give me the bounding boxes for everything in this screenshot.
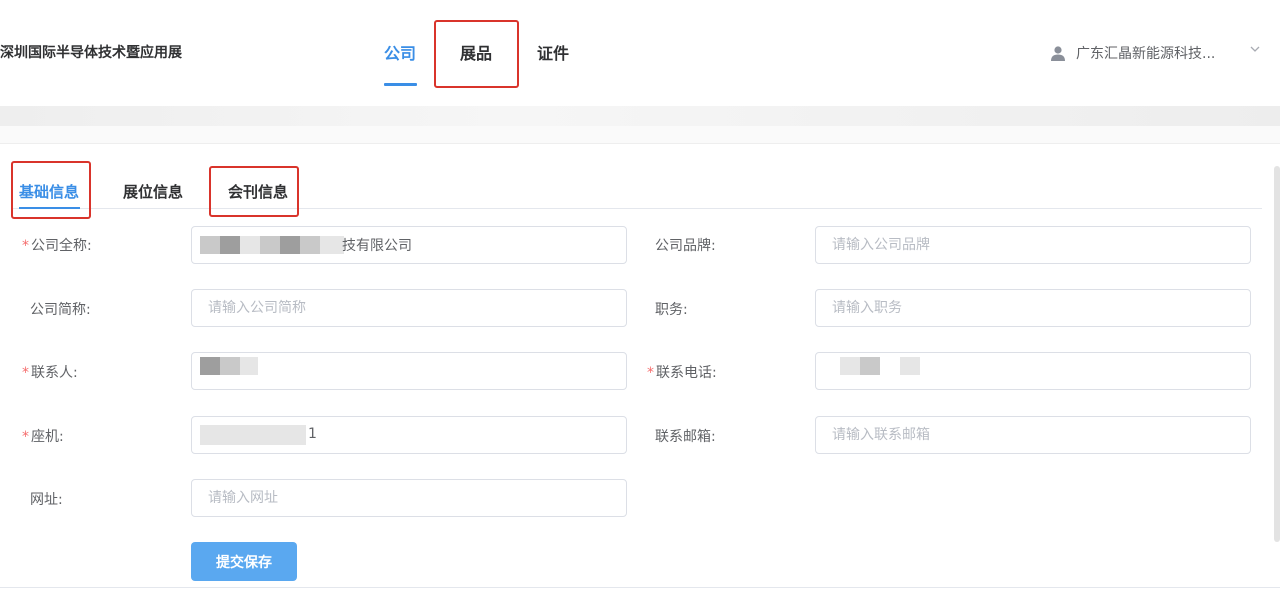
top-bar: 深圳国际半导体技术暨应用展 公司 展品 证件 广东汇晶新能源科技... [0,0,1280,106]
banner-spacer [0,126,1280,144]
redacted-block [840,357,860,375]
nav-tab-company[interactable]: 公司 [384,40,416,64]
redacted-block [200,357,220,375]
user-name: 广东汇晶新能源科技... [1076,46,1216,62]
submit-save-button[interactable]: 提交保存 [191,542,297,581]
position-label: 职务: [655,302,688,318]
user-menu[interactable]: 广东汇晶新能源科技... [1050,43,1215,63]
required-mark: * [22,238,29,254]
nav-tab-exhibits[interactable]: 展品 [460,40,492,64]
required-mark: * [22,365,29,381]
subtab-catalog-info[interactable]: 会刊信息 [228,181,288,202]
redacted-block [900,357,920,375]
redacted-block [200,425,306,445]
company-full-name-label: * 公司全称: [22,238,92,254]
header-banner [0,106,1280,126]
redacted-block [240,357,258,375]
subtab-basic-info[interactable]: 基础信息 [19,181,79,202]
contact-person-label: * 联系人: [22,365,78,381]
scrollbar[interactable] [1274,166,1280,542]
contact-email-label: 联系邮箱: [655,429,716,445]
required-mark: * [647,365,654,381]
subtab-active-indicator [19,207,80,209]
redacted-block [220,357,240,375]
landline-label: * 座机: [22,429,64,445]
redacted-block [200,236,220,254]
contact-phone-input[interactable] [815,352,1251,390]
contact-email-input[interactable] [815,416,1251,454]
required-mark: * [22,429,29,445]
subtab-divider [12,208,1262,209]
redacted-block [300,236,320,254]
nav-tab-active-indicator [384,83,417,86]
chevron-down-icon[interactable] [1250,44,1260,54]
website-input[interactable] [191,479,627,517]
user-icon [1051,46,1065,61]
company-short-name-input[interactable] [191,289,627,327]
redacted-block [280,236,300,254]
redacted-block [860,357,880,375]
subtab-booth-info[interactable]: 展位信息 [123,181,183,202]
contact-phone-label: * 联系电话: [647,365,717,381]
redacted-block [240,236,260,254]
company-brand-label: 公司品牌: [655,238,716,254]
company-brand-input[interactable] [815,226,1251,264]
nav-tab-certificates[interactable]: 证件 [537,40,569,64]
position-input[interactable] [815,289,1251,327]
website-label: 网址: [30,492,63,508]
site-title: 深圳国际半导体技术暨应用展 [0,45,182,61]
redacted-block [260,236,280,254]
redacted-block [320,236,344,254]
bottom-divider [0,587,1280,588]
company-short-name-label: 公司简称: [30,302,91,318]
redacted-block [220,236,240,254]
